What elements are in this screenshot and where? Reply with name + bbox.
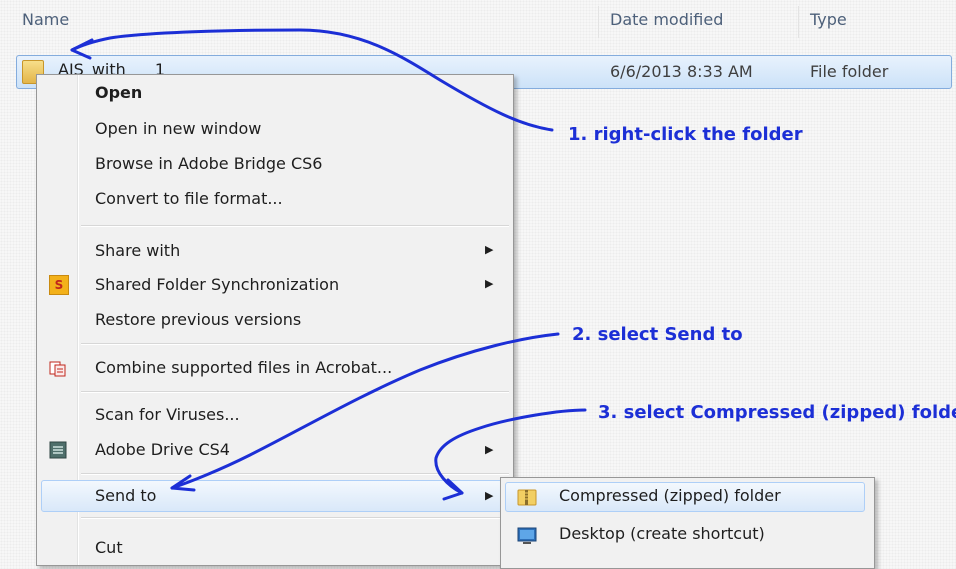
menu-item-shared-folder-sync[interactable]: Shared Folder Synchronization xyxy=(93,270,493,300)
annotation-step-3: 3. select Compressed (zipped) folder xyxy=(598,402,956,423)
zip-folder-icon xyxy=(517,487,537,507)
annotation-step-1: 1. right-click the folder xyxy=(568,124,803,145)
desktop-icon xyxy=(517,526,537,546)
folder-date-modified: 6/6/2013 8:33 AM xyxy=(610,62,753,81)
menu-item-convert-to-file-format[interactable]: Convert to file format... xyxy=(93,184,493,214)
column-header-type[interactable]: Type xyxy=(810,10,847,29)
menu-item-open[interactable]: Open xyxy=(93,78,493,108)
submenu-arrow-icon: ▶ xyxy=(485,277,494,290)
acrobat-icon xyxy=(49,359,67,377)
folder-type: File folder xyxy=(810,62,889,81)
sync-icon: S xyxy=(49,275,69,295)
menu-item-browse-in-adobe-bridge[interactable]: Browse in Adobe Bridge CS6 xyxy=(93,149,493,179)
menu-item-restore-previous-versions[interactable]: Restore previous versions xyxy=(93,305,493,335)
menu-item-send-to[interactable]: Send to xyxy=(93,481,493,511)
submenu-arrow-icon: ▶ xyxy=(485,243,494,256)
column-header-date-modified[interactable]: Date modified xyxy=(610,10,723,29)
menu-separator xyxy=(81,343,509,345)
column-divider[interactable] xyxy=(798,6,799,38)
send-to-submenu: Compressed (zipped) folder Desktop (crea… xyxy=(500,477,875,569)
annotation-step-2: 2. select Send to xyxy=(572,324,743,345)
menu-item-scan-for-viruses[interactable]: Scan for Viruses... xyxy=(93,400,493,430)
menu-item-share-with[interactable]: Share with xyxy=(93,236,493,266)
menu-separator xyxy=(81,517,509,519)
submenu-item-compressed-folder[interactable]: Compressed (zipped) folder xyxy=(559,486,781,505)
submenu-arrow-icon: ▶ xyxy=(485,443,494,456)
context-menu: Open Open in new window Browse in Adobe … xyxy=(36,74,514,566)
column-header-name[interactable]: Name xyxy=(22,10,69,29)
menu-separator xyxy=(81,225,509,227)
menu-separator xyxy=(81,391,509,393)
menu-item-open-in-new-window[interactable]: Open in new window xyxy=(93,114,493,144)
menu-item-combine-in-acrobat[interactable]: Combine supported files in Acrobat... xyxy=(93,353,493,383)
column-divider[interactable] xyxy=(598,6,599,38)
menu-separator xyxy=(81,473,509,475)
adobe-drive-icon xyxy=(49,441,67,459)
submenu-arrow-icon: ▶ xyxy=(485,489,494,502)
menu-item-adobe-drive[interactable]: Adobe Drive CS4 xyxy=(93,435,493,465)
submenu-item-desktop-shortcut[interactable]: Desktop (create shortcut) xyxy=(559,524,765,543)
